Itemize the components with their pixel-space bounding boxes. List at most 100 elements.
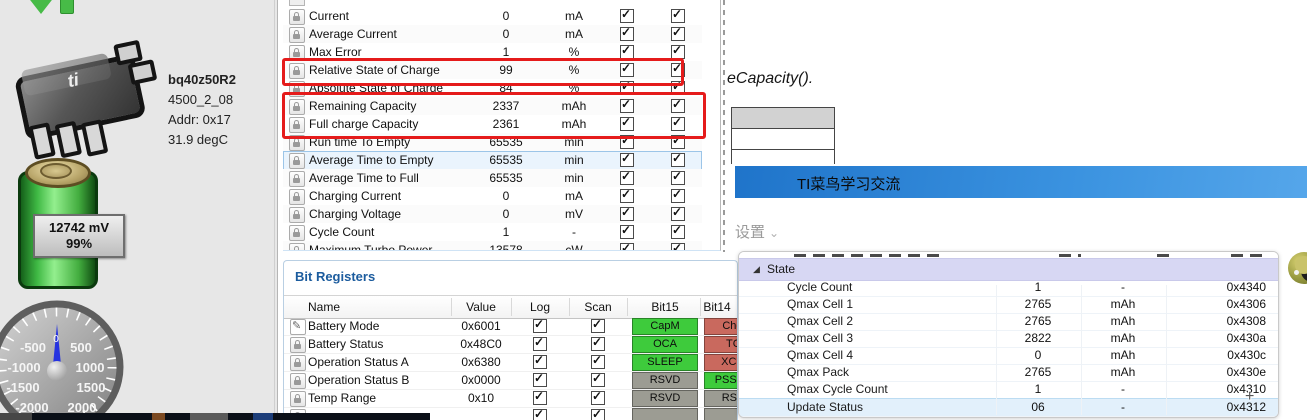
scan-checkbox[interactable]	[671, 223, 685, 239]
scan-checkbox[interactable]	[591, 371, 605, 387]
bit-flag-cell[interactable]: TCA	[704, 336, 737, 353]
bit-flag-cell[interactable]: SLEEP	[632, 354, 698, 371]
lock-icon[interactable]	[290, 373, 306, 389]
bit-flag-cell[interactable]: ChgM	[704, 318, 737, 335]
register-row[interactable]: Average Current 0 mA	[283, 25, 702, 44]
scan-checkbox[interactable]	[591, 335, 605, 351]
bit-register-name: Battery Status	[308, 337, 384, 351]
log-checkbox[interactable]	[620, 169, 634, 185]
bit-flag-cell[interactable]: CapM	[632, 318, 698, 335]
lock-icon[interactable]	[289, 171, 305, 187]
lock-icon[interactable]	[289, 225, 305, 241]
bit-register-row[interactable]: Temp Range 0x10 RSVD RSVD	[284, 389, 737, 408]
lock-icon[interactable]	[290, 337, 306, 353]
bit-flag-cell[interactable]: OCA	[632, 336, 698, 353]
log-checkbox[interactable]	[533, 371, 547, 387]
register-unit: mV	[565, 207, 583, 221]
memory-row[interactable]: Qmax Cell 1 2765 mAh 0x4306	[739, 296, 1278, 314]
register-unit: mA	[565, 189, 583, 203]
memory-row[interactable]: Qmax Cycle Count 1-0x4310	[739, 381, 1278, 399]
register-row[interactable]: Average Time to Full 65535 min	[283, 169, 702, 188]
log-checkbox[interactable]	[533, 407, 547, 420]
document-table-header-cell	[732, 108, 834, 129]
bit-flag-cell[interactable]: XCHG	[704, 354, 737, 371]
register-row[interactable]: Charging Current 0 mA	[283, 187, 702, 206]
log-checkbox[interactable]	[620, 241, 634, 250]
register-value: 13578	[489, 243, 523, 251]
memory-group-state[interactable]: ◢ State	[739, 258, 1278, 281]
document-table-cell	[732, 150, 834, 164]
bit-register-row[interactable]: Battery Mode 0x6001 CapM ChgM	[284, 317, 737, 336]
log-checkbox[interactable]	[620, 187, 634, 203]
log-checkbox[interactable]	[533, 389, 547, 405]
settings-menu[interactable]: 设置 ⌄	[735, 221, 779, 242]
register-row[interactable]: Current 0 mA	[283, 7, 702, 26]
log-checkbox[interactable]	[620, 25, 634, 41]
lock-icon[interactable]	[290, 391, 306, 407]
bit-flag-cell[interactable]: RSVD	[632, 372, 698, 389]
memory-unit: mAh	[1110, 297, 1136, 311]
log-checkbox[interactable]	[620, 7, 634, 23]
scan-checkbox[interactable]	[671, 151, 685, 167]
register-name: Max Error	[309, 45, 362, 59]
bit-register-row[interactable]: Battery Status 0x48C0 OCA TCA	[284, 335, 737, 354]
memory-row[interactable]: Qmax Pack 2765 mAh 0x430e	[739, 364, 1278, 382]
bit-registers-header: Name Value Log Scan Bit15 Bit14	[284, 295, 737, 319]
register-row[interactable]: Maximum Turbo Power 13578 cW	[283, 241, 702, 251]
lock-icon[interactable]	[289, 27, 305, 43]
scan-checkbox[interactable]	[671, 187, 685, 203]
lock-icon[interactable]	[290, 355, 306, 371]
log-checkbox[interactable]	[620, 223, 634, 239]
group-expander-icon[interactable]: ◢	[753, 259, 760, 279]
register-unit: min	[564, 153, 584, 167]
column-header-scan: Scan	[584, 300, 612, 314]
scan-checkbox[interactable]	[671, 43, 685, 59]
lock-icon[interactable]	[289, 189, 305, 205]
clipped-register-row	[289, 0, 305, 6]
scan-checkbox[interactable]	[591, 389, 605, 405]
bit-flag-cell[interactable]: RSVD	[632, 390, 698, 407]
bit-register-row[interactable]: Operation Status A 0x6380 SLEEP XCHG	[284, 353, 737, 372]
download-arrow-icon	[27, 0, 55, 14]
memory-name: Update Status	[787, 400, 864, 414]
memory-row[interactable]: Qmax Cell 3 2822 mAh 0x430a	[739, 330, 1278, 348]
memory-unit: -	[1121, 382, 1125, 396]
chat-avatar[interactable]	[1288, 252, 1307, 284]
scan-checkbox[interactable]	[671, 25, 685, 41]
scan-checkbox[interactable]	[591, 317, 605, 333]
register-value: 0	[502, 189, 510, 203]
scan-checkbox[interactable]	[671, 7, 685, 23]
bit-register-name: Operation Status B	[308, 373, 410, 387]
memory-name: Qmax Cell 4	[787, 348, 854, 362]
memory-row[interactable]: Qmax Cell 2 2765 mAh 0x4308	[739, 313, 1278, 331]
register-row[interactable]: Charging Voltage 0 mV	[283, 205, 702, 224]
scan-checkbox[interactable]	[591, 353, 605, 369]
memory-address: 0x4306	[1226, 297, 1266, 311]
scan-checkbox[interactable]	[671, 205, 685, 221]
device-temperature: 31.9 degC	[168, 132, 228, 147]
bit-register-row[interactable]: Operation Status B 0x0000 RSVD PSSHUT	[284, 371, 737, 390]
lock-icon[interactable]	[289, 207, 305, 223]
lock-icon[interactable]	[289, 9, 305, 25]
memory-row[interactable]: Update Status 06-0x4312	[739, 398, 1278, 417]
log-checkbox[interactable]	[620, 43, 634, 59]
selection-dashed-border	[723, 0, 725, 252]
scan-checkbox[interactable]	[591, 407, 605, 420]
bit-flag-cell[interactable]: RSVD	[704, 390, 737, 407]
log-checkbox[interactable]	[533, 335, 547, 351]
scan-checkbox[interactable]	[671, 241, 685, 250]
bit-flag-cell[interactable]: PSSHUT	[704, 372, 737, 389]
register-row[interactable]: Average Time to Empty 65535 min	[283, 151, 702, 170]
lock-icon[interactable]	[289, 153, 305, 169]
log-checkbox[interactable]	[620, 151, 634, 167]
memory-row[interactable]: Cycle Count 1 - 0x4340	[739, 279, 1278, 297]
edit-icon[interactable]	[290, 319, 306, 335]
register-name: Current	[309, 9, 350, 23]
log-checkbox[interactable]	[533, 353, 547, 369]
register-row[interactable]: Cycle Count 1 -	[283, 223, 702, 242]
log-checkbox[interactable]	[533, 317, 547, 333]
scan-checkbox[interactable]	[671, 169, 685, 185]
memory-row[interactable]: Qmax Cell 4 0 mAh 0x430c	[739, 347, 1278, 365]
lock-icon[interactable]	[289, 243, 305, 250]
log-checkbox[interactable]	[620, 205, 634, 221]
